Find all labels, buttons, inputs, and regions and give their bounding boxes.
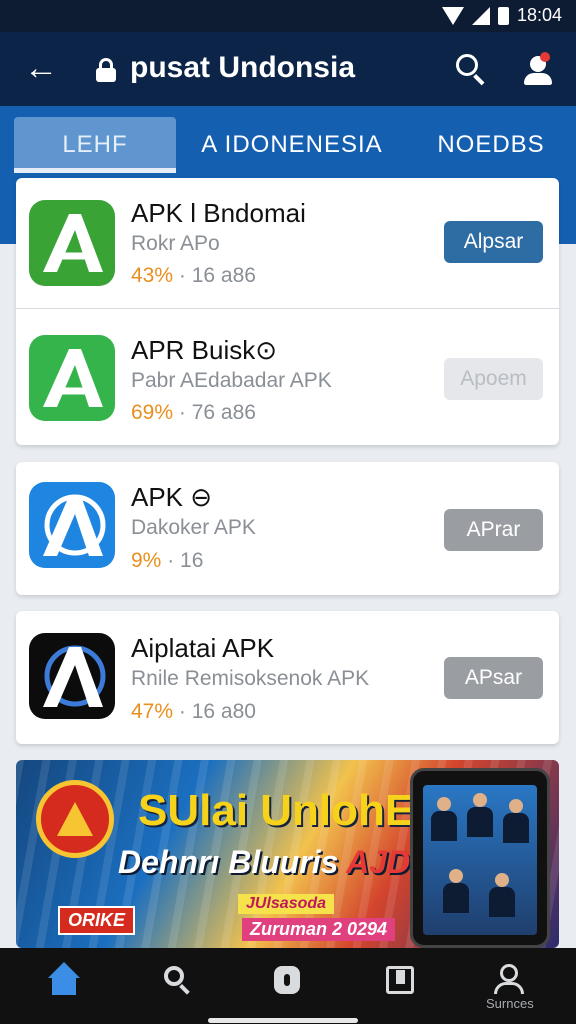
status-bar: 18:04 xyxy=(0,0,576,32)
person-illustration xyxy=(467,793,493,837)
app-subtitle: Rokr APo xyxy=(131,232,220,255)
banner-date: Zuruman 2 0294 xyxy=(242,918,396,941)
app-list-card: Aiplatai APK Rnile Remisoksenok APK 47% … xyxy=(16,611,559,744)
black-a-logo-icon xyxy=(29,633,115,719)
install-button[interactable]: APrar xyxy=(444,509,543,551)
account-label: Surnces xyxy=(486,996,534,1011)
home-indicator xyxy=(208,1018,358,1023)
app-stats: · 76 a86 xyxy=(178,401,256,424)
app-list-card: APK ⊖ Dakoker APK 9% · 16 APrar xyxy=(16,462,559,595)
green-a-logo-icon xyxy=(29,200,115,286)
app-list-card: APK l Bndomai Rokr APo 43% · 16 a86 Alps… xyxy=(16,178,559,445)
person-illustration xyxy=(489,873,515,917)
app-stats: · 16 a86 xyxy=(178,264,256,287)
app-subtitle: Rnile Remisoksenok APK xyxy=(131,667,370,690)
blue-a-logo-icon xyxy=(29,482,115,568)
app-subtitle: Dakoker APK xyxy=(131,516,256,539)
app-percent: 9% xyxy=(131,549,162,572)
profile-icon[interactable] xyxy=(522,52,554,86)
app-name: APK l Bndomai xyxy=(131,198,306,228)
app-name: Aiplatai APK xyxy=(131,633,275,663)
apps-icon[interactable] xyxy=(268,962,308,1002)
back-arrow-icon[interactable]: ← xyxy=(24,50,60,86)
battery-icon xyxy=(497,6,509,25)
install-button[interactable]: Alpsar xyxy=(444,221,543,263)
tab-bar: LEHF A IDONENESIA NOEDBS xyxy=(0,106,576,178)
app-bar: ← pusat Undonsia xyxy=(0,32,576,106)
home-icon[interactable] xyxy=(46,962,86,1002)
banner-headline: SUlai UnlohEa xyxy=(138,786,439,835)
promo-banner[interactable]: SUlai UnlohEa Dehnrı Bluuris AJDS ORIKE … xyxy=(16,760,559,948)
app-meta: 69% · 76 a86 xyxy=(131,401,256,425)
lock-icon xyxy=(96,58,116,82)
person-illustration xyxy=(443,869,469,913)
app-percent: 47% xyxy=(131,700,174,723)
banner-subheadline: Dehnrı Bluuris AJDS xyxy=(118,844,432,880)
green-a-logo-icon xyxy=(29,335,115,421)
page-title: pusat Undonsia xyxy=(130,51,356,84)
app-stats: · 16 a80 xyxy=(178,700,256,723)
bottom-nav: Surnces xyxy=(0,948,576,1024)
app-meta: 47% · 16 a80 xyxy=(131,700,256,724)
app-percent: 43% xyxy=(131,264,174,287)
app-subtitle: Pabr AEdabadar APK xyxy=(131,369,332,392)
install-button[interactable]: Apoem xyxy=(444,358,543,400)
tab-noedbs[interactable]: NOEDBS xyxy=(420,117,562,173)
person-illustration xyxy=(503,799,529,843)
install-button[interactable]: APsar xyxy=(444,657,543,699)
list-item[interactable]: APR Buisk⊙ Pabr AEdabadar APK 69% · 76 a… xyxy=(16,309,559,437)
tab-lehf[interactable]: LEHF xyxy=(14,117,176,173)
banner-promo-text: JUlsasoda xyxy=(238,894,335,914)
list-item[interactable]: APK ⊖ Dakoker APK 9% · 16 APrar xyxy=(16,462,559,590)
list-item[interactable]: APK l Bndomai Rokr APo 43% · 16 a86 Alps… xyxy=(16,178,559,306)
app-meta: 43% · 16 a86 xyxy=(131,264,256,288)
app-stats: · 16 xyxy=(167,549,204,572)
person-illustration xyxy=(431,797,457,841)
search-icon[interactable] xyxy=(454,52,488,86)
status-time: 18:04 xyxy=(516,5,562,25)
app-name: APK ⊖ xyxy=(131,482,213,512)
wifi-icon xyxy=(441,6,464,25)
app-meta: 9% · 16 xyxy=(131,549,203,573)
search-icon[interactable] xyxy=(160,962,200,1002)
notification-dot xyxy=(540,52,550,62)
app-percent: 69% xyxy=(131,401,174,424)
app-name: APR Buisk⊙ xyxy=(131,335,278,365)
banner-logo-icon xyxy=(36,780,114,858)
banner-badge: ORIKE xyxy=(58,906,136,935)
phone-illustration xyxy=(410,768,550,948)
tab-indonesia[interactable]: A IDONENESIA xyxy=(192,117,392,173)
signal-icon xyxy=(471,6,490,25)
list-item[interactable]: Aiplatai APK Rnile Remisoksenok APK 47% … xyxy=(16,611,559,739)
library-icon[interactable] xyxy=(382,962,422,1002)
